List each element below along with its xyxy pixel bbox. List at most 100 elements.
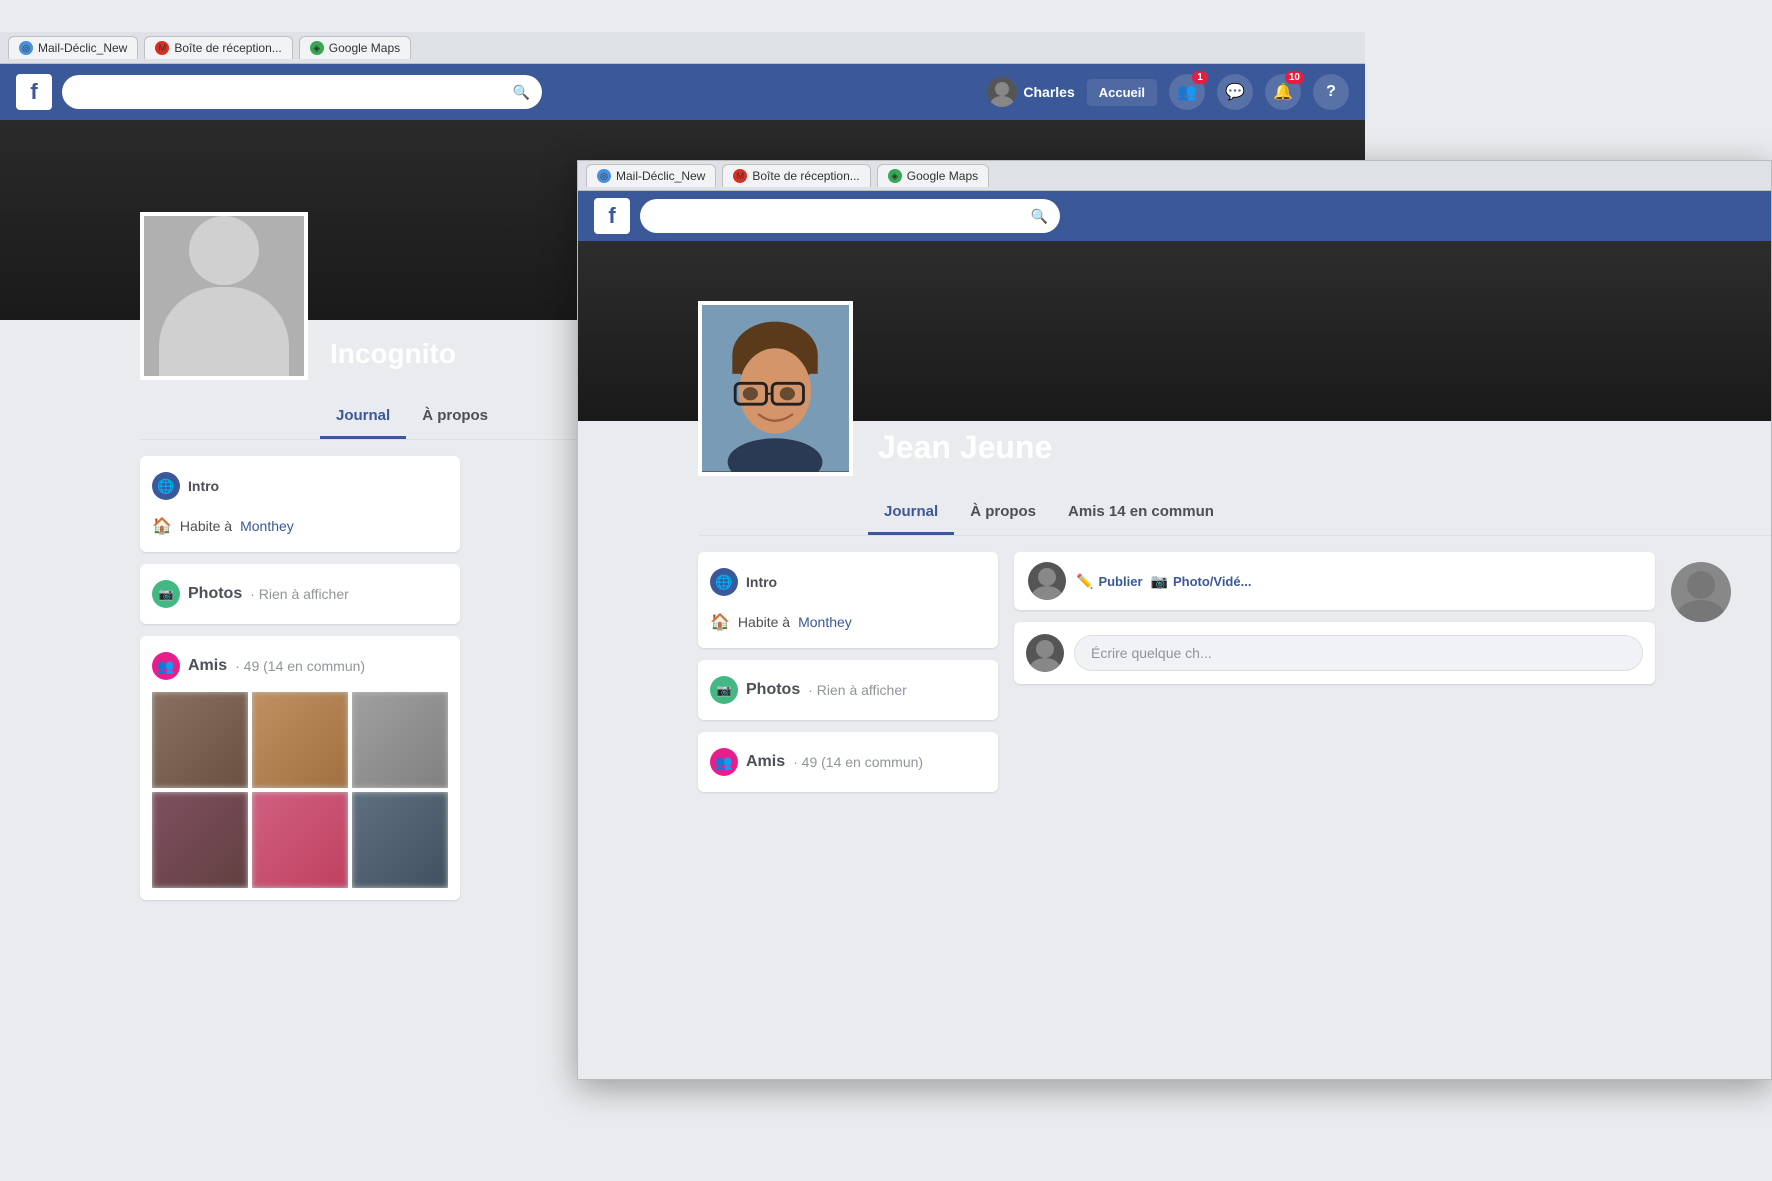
friends-title-back: 👥 Amis · 49 (14 en commun): [152, 648, 448, 684]
facebook-logo-back[interactable]: f: [16, 74, 52, 110]
jean-friends-card: 👥 Amis · 49 (14 en commun): [698, 732, 998, 792]
jean-friends-title: 👥 Amis · 49 (14 en commun): [710, 744, 986, 780]
search-icon-back: 🔍: [513, 84, 530, 101]
search-icon-front: 🔍: [1031, 208, 1048, 225]
pencil-icon: ✏️: [1076, 573, 1093, 590]
help-btn-back[interactable]: ?: [1313, 74, 1349, 110]
browser-tab-maps-front[interactable]: ◈ Google Maps: [877, 164, 989, 187]
tab-journal-back[interactable]: Journal: [320, 395, 406, 439]
facebook-search-box-front[interactable]: 🔍: [640, 199, 1060, 233]
facebook-logo-front[interactable]: f: [594, 198, 630, 234]
intro-card-back: 🌐 Intro 🏠 Habite à Monthey: [140, 456, 460, 552]
friend-thumb-5[interactable]: [252, 792, 348, 888]
mail-declic-icon-front: ◎: [597, 169, 611, 183]
tab-amis-jean[interactable]: Amis 14 en commun: [1052, 491, 1230, 535]
browser-tab-mail-back[interactable]: ◎ Mail-Déclic_New: [8, 36, 138, 59]
jean-face: [702, 305, 849, 472]
write-post-input[interactable]: Écrire quelque ch...: [1074, 635, 1643, 671]
facebook-navbar-front: f 🔍: [578, 191, 1771, 241]
jean-photos-title: 📷 Photos · Rien à afficher: [710, 672, 986, 708]
sidebar-back: 🌐 Intro 🏠 Habite à Monthey 📷 Photos · Ri…: [140, 456, 460, 912]
friend-thumb-3[interactable]: [352, 692, 448, 788]
search-input-back[interactable]: [74, 84, 505, 100]
jean-location-item: 🏠 Habite à Monthey: [710, 608, 986, 636]
browser-tabs-bar-front: ◎ Mail-Déclic_New M Boîte de réception..…: [578, 161, 1771, 191]
publish-btn[interactable]: ✏️ Publier: [1076, 573, 1143, 590]
friends-card-back: 👥 Amis · 49 (14 en commun): [140, 636, 460, 900]
tab-label-inbox-front: Boîte de réception...: [752, 169, 859, 183]
jean-profile-tabs: Journal À propos Amis 14 en commun: [698, 491, 1771, 536]
friends-btn-back[interactable]: 👥 1: [1169, 74, 1205, 110]
cover-photo-jean: Jean Jeune: [578, 241, 1771, 421]
tab-apropos-jean[interactable]: À propos: [954, 491, 1052, 535]
tab-journal-jean[interactable]: Journal: [868, 491, 954, 535]
location-link-back[interactable]: Monthey: [240, 518, 294, 534]
notifications-btn-back[interactable]: 🔔 10: [1265, 74, 1301, 110]
browser-tab-inbox-front[interactable]: M Boîte de réception...: [722, 164, 870, 187]
location-item-back: 🏠 Habite à Monthey: [152, 512, 448, 540]
jean-intro-card: 🌐 Intro 🏠 Habite à Monthey: [698, 552, 998, 648]
jean-right-partial: [1671, 552, 1751, 804]
jean-write-box: Écrire quelque ch...: [1014, 622, 1655, 684]
friend-thumb-2[interactable]: [252, 692, 348, 788]
photos-title-back: 📷 Photos · Rien à afficher: [152, 576, 448, 612]
tab-label-mail-back: Mail-Déclic_New: [38, 41, 127, 55]
friends-icon-back: 👥: [152, 652, 180, 680]
jean-main-content: ✏️ Publier 📷 Photo/Vidé... Écrire quelqu…: [1014, 552, 1655, 804]
jean-pub-bar: ✏️ Publier 📷 Photo/Vidé...: [1014, 552, 1655, 610]
facebook-navbar-back: f 🔍 Charles Accueil 👥 1 💬: [0, 64, 1365, 120]
friends-badge-back: 1: [1192, 71, 1208, 84]
silhouette-back: [144, 216, 304, 376]
maps-icon-front: ◈: [888, 169, 902, 183]
jean-post-avatar: [1028, 562, 1066, 600]
tab-label-inbox-back: Boîte de réception...: [174, 41, 281, 55]
camera-icon: 📷: [1151, 573, 1168, 590]
tab-label-maps-back: Google Maps: [329, 41, 400, 55]
jean-write-avatar: [1026, 634, 1064, 672]
browser-tab-mail-front[interactable]: ◎ Mail-Déclic_New: [586, 164, 716, 187]
avatar-back: [987, 77, 1017, 107]
navbar-right-back: Charles Accueil 👥 1 💬 🔔 10 ?: [987, 74, 1349, 110]
jean-sidebar: 🌐 Intro 🏠 Habite à Monthey 📷 Photos · Ri…: [698, 552, 998, 804]
silhouette-body-back: [159, 287, 289, 376]
friend-thumb-6[interactable]: [352, 792, 448, 888]
profile-picture-back: [140, 212, 308, 380]
browser-tab-inbox-back[interactable]: M Boîte de réception...: [144, 36, 292, 59]
notifications-badge-back: 10: [1285, 71, 1304, 84]
search-input-front[interactable]: [652, 208, 1023, 224]
photos-icon-back: 📷: [152, 580, 180, 608]
friends-grid-back: [152, 692, 448, 888]
home-btn-back[interactable]: Accueil: [1087, 79, 1157, 106]
tab-label-maps-front: Google Maps: [907, 169, 978, 183]
intro-icon-back: 🌐: [152, 472, 180, 500]
silhouette-head-back: [189, 216, 259, 285]
photo-btn[interactable]: 📷 Photo/Vidé...: [1151, 573, 1252, 590]
jean-photos-card: 📷 Photos · Rien à afficher: [698, 660, 998, 720]
messenger-btn-back[interactable]: 💬: [1217, 74, 1253, 110]
browser-window-front: ◎ Mail-Déclic_New M Boîte de réception..…: [577, 160, 1772, 1080]
tab-label-mail-front: Mail-Déclic_New: [616, 169, 705, 183]
facebook-search-box-back[interactable]: 🔍: [62, 75, 542, 109]
browser-tab-maps-back[interactable]: ◈ Google Maps: [299, 36, 411, 59]
gmail-icon-front: M: [733, 169, 747, 183]
friend-thumb-1[interactable]: [152, 692, 248, 788]
tab-apropos-back[interactable]: À propos: [406, 395, 504, 439]
user-name-back: Charles: [1023, 84, 1074, 100]
jean-intro-title: 🌐 Intro: [710, 564, 986, 600]
gmail-icon-back: M: [155, 41, 169, 55]
jean-location-link[interactable]: Monthey: [798, 614, 852, 630]
jean-profile-name: Jean Jeune: [878, 429, 1052, 466]
jean-intro-icon: 🌐: [710, 568, 738, 596]
intro-title-back: 🌐 Intro: [152, 468, 448, 504]
jean-photos-icon: 📷: [710, 676, 738, 704]
user-nav-back[interactable]: Charles: [987, 77, 1074, 107]
profile-picture-jean: [698, 301, 853, 476]
browser-tabs-bar-back: ◎ Mail-Déclic_New M Boîte de réception..…: [0, 32, 1365, 64]
jean-profile-content: 🌐 Intro 🏠 Habite à Monthey 📷 Photos · Ri…: [578, 552, 1771, 804]
maps-icon-back: ◈: [310, 41, 324, 55]
mail-declic-icon-back: ◎: [19, 41, 33, 55]
friend-thumb-4[interactable]: [152, 792, 248, 888]
jean-friends-icon: 👥: [710, 748, 738, 776]
photos-card-back: 📷 Photos · Rien à afficher: [140, 564, 460, 624]
profile-name-back: Incognito: [330, 338, 456, 370]
